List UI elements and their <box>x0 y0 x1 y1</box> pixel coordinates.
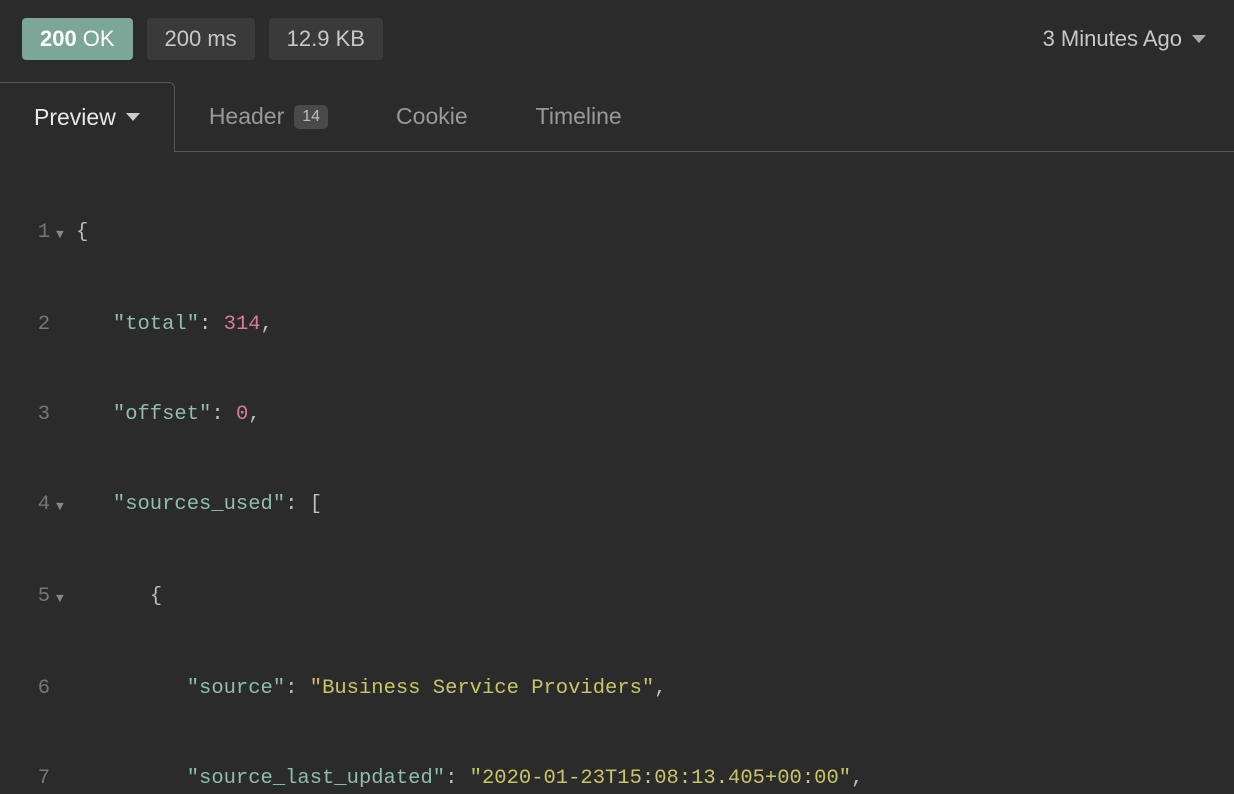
header-count-badge: 14 <box>294 105 328 129</box>
line-number: 5 <box>0 582 56 614</box>
json-source: Business Service Providers <box>322 677 642 700</box>
line-number: 1 <box>0 218 56 250</box>
chevron-down-icon <box>126 113 140 121</box>
line-number: 3 <box>0 400 56 430</box>
tab-cookie[interactable]: Cookie <box>362 82 502 151</box>
tab-header[interactable]: Header 14 <box>175 82 362 151</box>
json-source-last-updated: 2020-01-23T15:08:13.405+00:00 <box>482 767 839 790</box>
tab-cookie-label: Cookie <box>396 103 468 130</box>
line-number: 6 <box>0 674 56 704</box>
json-offset: 0 <box>236 403 248 426</box>
line-number: 7 <box>0 764 56 794</box>
timestamp-dropdown[interactable]: 3 Minutes Ago <box>1043 26 1212 52</box>
tab-timeline[interactable]: Timeline <box>502 82 656 151</box>
line-number: 2 <box>0 310 56 340</box>
timestamp-text: 3 Minutes Ago <box>1043 26 1182 52</box>
tab-header-label: Header <box>209 103 284 130</box>
size-chip: 12.9 KB <box>269 18 383 60</box>
chevron-down-icon <box>1192 35 1206 43</box>
fold-toggle[interactable]: ▼ <box>56 490 74 522</box>
duration-value: 200 ms <box>165 28 237 50</box>
status-code: 200 <box>40 28 77 50</box>
fold-toggle[interactable]: ▼ <box>56 582 74 614</box>
json-preview[interactable]: 1▼{ 2 "total": 314, 3 "offset": 0, 4▼ "s… <box>0 152 1234 794</box>
fold-toggle[interactable]: ▼ <box>56 218 74 250</box>
status-chip: 200 OK <box>22 18 133 60</box>
response-tabbar: Preview Header 14 Cookie Timeline <box>0 82 1234 152</box>
size-value: 12.9 KB <box>287 28 365 50</box>
tab-preview[interactable]: Preview <box>0 82 175 152</box>
duration-chip: 200 ms <box>147 18 255 60</box>
status-text: OK <box>83 28 115 50</box>
response-topbar: 200 OK 200 ms 12.9 KB 3 Minutes Ago <box>0 0 1234 82</box>
json-total: 314 <box>224 313 261 336</box>
tab-preview-label: Preview <box>34 104 116 131</box>
tab-timeline-label: Timeline <box>536 103 622 130</box>
line-number: 4 <box>0 490 56 522</box>
